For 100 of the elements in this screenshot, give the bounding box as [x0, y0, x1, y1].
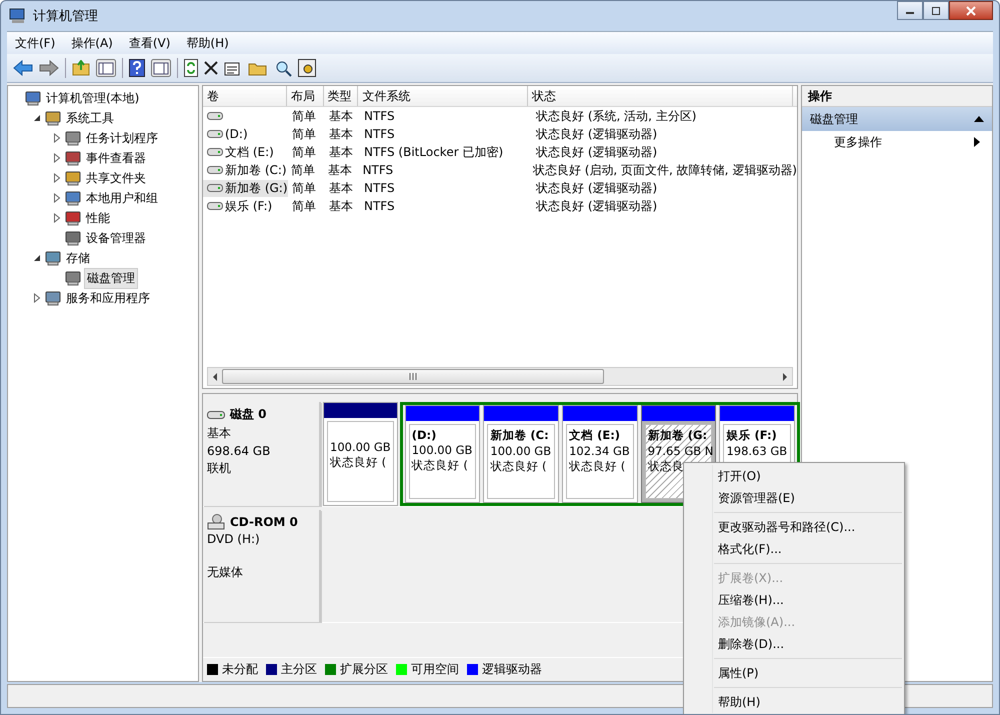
- table-cell-text: 基本: [328, 108, 354, 124]
- refresh-icon[interactable]: [184, 59, 198, 77]
- column-header[interactable]: 状态: [528, 86, 793, 106]
- close-button[interactable]: [949, 1, 993, 20]
- partition-size: 100.00 GB: [412, 443, 474, 457]
- drive-icon: [207, 165, 223, 175]
- action-item[interactable]: 更多操作: [802, 131, 992, 153]
- disk-status: 无媒体: [207, 564, 244, 581]
- partition-status: 状态良好 (: [330, 455, 388, 470]
- menu-item[interactable]: 帮助(H): [178, 34, 237, 52]
- partition-label: (D:): [412, 428, 438, 442]
- disk-size: 698.64 GB: [207, 444, 272, 458]
- tree-item[interactable]: 事件查看器: [84, 148, 148, 168]
- disk-name: CD-ROM 0: [230, 515, 298, 529]
- partition-label: 新加卷 (G:: [648, 428, 708, 443]
- pane-toggle-icon[interactable]: [96, 59, 116, 77]
- table-cell-text: NTFS: [363, 127, 396, 141]
- table-cell: 新加卷 (G:): [225, 180, 288, 196]
- context-menu-item[interactable]: 格式化(F)...: [684, 538, 904, 560]
- delete-icon[interactable]: [204, 61, 218, 75]
- partition-size: 198.63 GB: [726, 444, 788, 458]
- collapse-arrow-icon[interactable]: [33, 254, 41, 262]
- drive-icon: [207, 183, 223, 193]
- context-menu-item[interactable]: 压缩卷(H)...: [684, 589, 904, 611]
- table-cell: (D:): [225, 127, 248, 141]
- table-cell-text: 状态良好 (逻辑驱动器): [535, 198, 658, 214]
- tree-item[interactable]: 计算机管理(本地): [44, 88, 142, 108]
- tree-item[interactable]: 设备管理器: [84, 228, 148, 248]
- table-cell-text: 状态良好 (逻辑驱动器): [535, 126, 658, 142]
- column-header[interactable]: 文件系统: [358, 86, 528, 106]
- table-cell-text: 状态良好 (逻辑驱动器): [535, 180, 658, 196]
- column-header[interactable]: 布局: [287, 86, 324, 106]
- scrollbar-thumb[interactable]: [222, 369, 604, 384]
- partition-block[interactable]: 新加卷 (C: 100.00 GB 状态良好 (: [483, 405, 560, 503]
- menu-item[interactable]: 操作(A): [63, 34, 121, 52]
- maximize-button[interactable]: [923, 1, 949, 20]
- tree-item[interactable]: 本地用户和组: [84, 188, 160, 208]
- computer-icon: [9, 8, 27, 24]
- node-icon: [65, 230, 81, 246]
- table-cell-text: 基本: [328, 126, 354, 142]
- folder-up-icon[interactable]: [72, 60, 90, 76]
- pane-toggle-icon[interactable]: [151, 59, 171, 77]
- tree-item[interactable]: 磁盘管理: [84, 268, 138, 288]
- tree-item[interactable]: 服务和应用程序: [64, 288, 152, 308]
- minimize-button[interactable]: [897, 1, 923, 20]
- collapse-icon[interactable]: [974, 116, 984, 122]
- column-header[interactable]: 类型: [324, 86, 358, 106]
- partition-block[interactable]: 文档 (E:) 102.34 GB 状态良好 (: [562, 405, 638, 503]
- legend-label: 逻辑驱动器: [482, 661, 542, 678]
- table-cell-text: 基本: [328, 180, 354, 196]
- disk-name: 磁盘 0: [230, 406, 267, 423]
- tree-item[interactable]: 共享文件夹: [84, 168, 148, 188]
- node-icon: [65, 130, 81, 146]
- partition-size: 100.00 GB: [330, 440, 391, 454]
- table-cell-text: NTFS (BitLocker 已加密): [363, 144, 504, 160]
- tree-item[interactable]: 性能: [84, 208, 112, 228]
- expand-arrow-icon[interactable]: [33, 293, 41, 303]
- cd-drive-icon: [207, 514, 225, 530]
- context-menu-item[interactable]: 更改驱动器号和路径(C)...: [684, 516, 904, 538]
- context-menu-item[interactable]: 删除卷(D)...: [684, 633, 904, 655]
- column-header[interactable]: 卷: [203, 86, 288, 106]
- horizontal-scrollbar[interactable]: [207, 367, 793, 386]
- table-cell-text: 简单: [290, 162, 316, 178]
- actions-header: 操作: [802, 86, 992, 107]
- context-menu-item[interactable]: 属性(P): [684, 662, 904, 684]
- partition-block[interactable]: 100.00 GB 状态良好 (: [323, 402, 398, 506]
- table-cell-text: 简单: [291, 144, 317, 160]
- partition-label: 新加卷 (C:: [490, 428, 550, 443]
- context-menu-item[interactable]: 帮助(H): [684, 691, 904, 713]
- submenu-arrow-icon: [974, 137, 980, 147]
- partition-label: 娱乐 (F:): [726, 428, 778, 443]
- legend-label: 未分配: [222, 661, 258, 678]
- table-cell-text: 状态良好 (逻辑驱动器): [535, 144, 658, 160]
- table-cell-text: 简单: [291, 180, 317, 196]
- magnifier-icon[interactable]: [274, 59, 292, 77]
- node-icon: [45, 110, 61, 126]
- node-icon: [45, 250, 61, 266]
- close-icon: [965, 6, 977, 16]
- table-cell-text: 基本: [328, 198, 354, 214]
- table-cell-text: NTFS: [363, 199, 396, 213]
- menu-item[interactable]: 文件(F): [7, 34, 64, 52]
- menu-item[interactable]: 查看(V): [120, 34, 178, 52]
- actions-section[interactable]: 磁盘管理: [802, 107, 992, 131]
- partition-status: 状态良好 (: [412, 458, 469, 473]
- forward-icon[interactable]: [39, 60, 59, 76]
- table-cell-text: 简单: [291, 108, 317, 124]
- tree-item[interactable]: 系统工具: [64, 108, 116, 128]
- partition-label: 文档 (E:): [569, 428, 622, 443]
- back-icon[interactable]: [13, 60, 33, 76]
- help-icon[interactable]: [129, 59, 145, 77]
- table-cell-text: 简单: [291, 126, 317, 142]
- table-cell-text: 基本: [328, 144, 354, 160]
- tree-item[interactable]: 存储: [64, 248, 92, 268]
- partition-block[interactable]: (D:) 100.00 GB 状态良好 (: [404, 405, 480, 503]
- properties-icon[interactable]: [224, 60, 242, 76]
- collapse-arrow-icon[interactable]: [33, 114, 41, 122]
- node-icon: [65, 210, 81, 226]
- tree-item[interactable]: 任务计划程序: [84, 128, 160, 148]
- node-icon: [65, 270, 81, 286]
- node-icon: [25, 90, 41, 106]
